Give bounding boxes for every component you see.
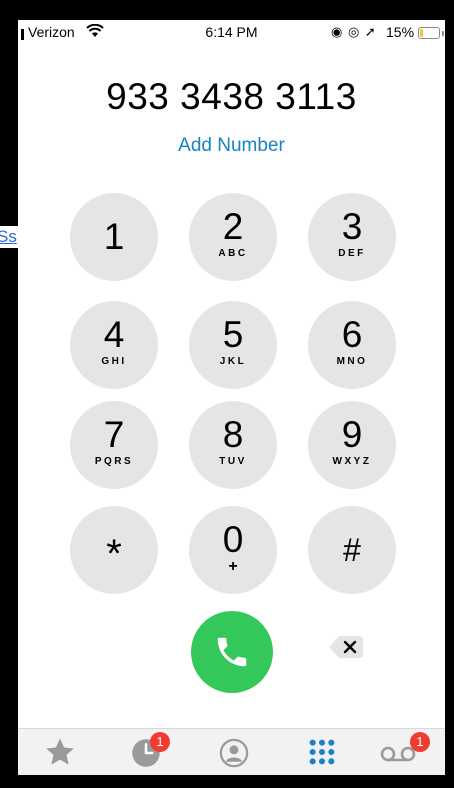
key-digit: #: [343, 532, 361, 568]
phone-screen: Verizon 6:14 PM ◉ ◎ ➚ 15% 933 3438 3113 …: [18, 20, 445, 775]
device-frame-left: [0, 0, 18, 788]
key-3[interactable]: 3 DEF: [308, 193, 396, 281]
recents-badge: 1: [150, 732, 170, 752]
key-6[interactable]: 6 MNO: [308, 301, 396, 389]
key-8[interactable]: 8 TUV: [189, 401, 277, 489]
key-letters: TUV: [219, 456, 247, 467]
key-digit: 6: [341, 314, 363, 355]
call-button[interactable]: [191, 611, 273, 693]
key-0[interactable]: 0 +: [189, 506, 277, 594]
tab-favorites[interactable]: [40, 734, 80, 770]
key-digit: *: [106, 532, 122, 576]
key-digit: 9: [341, 414, 363, 455]
phone-icon: [217, 637, 247, 667]
keypad-icon: [309, 739, 335, 765]
key-letters: JKL: [219, 356, 247, 367]
key-7[interactable]: 7 PQRS: [70, 401, 158, 489]
battery-percent: 15%: [386, 24, 415, 40]
tab-contacts[interactable]: [216, 734, 256, 770]
device-frame-bottom: [0, 775, 454, 788]
key-digit: 5: [222, 314, 244, 355]
device-frame-top: [0, 0, 454, 20]
tab-recents[interactable]: 1: [128, 732, 170, 770]
key-9[interactable]: 9 WXYZ: [308, 401, 396, 489]
dialed-number: 933 3438 3113: [106, 76, 357, 117]
voicemail-badge: 1: [410, 732, 430, 752]
key-digit: 8: [222, 414, 244, 455]
alarm-lock-location-icons: ◉ ◎ ➚: [331, 24, 377, 39]
add-number-link[interactable]: Add Number: [18, 135, 445, 157]
tab-bar: 1 1: [18, 728, 445, 775]
background-page-link[interactable]: Ss: [0, 226, 18, 248]
delete-backspace-icon[interactable]: [328, 634, 364, 660]
battery-level-fill: [420, 29, 423, 37]
key-plus: +: [228, 558, 238, 575]
key-star[interactable]: *: [70, 506, 158, 594]
key-digit: 4: [103, 314, 125, 355]
key-letters: GHI: [101, 356, 127, 367]
key-letters: MNO: [336, 356, 368, 367]
status-time: 6:14 PM: [205, 24, 258, 40]
key-1[interactable]: 1: [70, 193, 158, 281]
key-2[interactable]: 2 ABC: [189, 193, 277, 281]
key-hash[interactable]: #: [308, 506, 396, 594]
key-5[interactable]: 5 JKL: [189, 301, 277, 389]
key-digit: 7: [103, 414, 125, 455]
key-4[interactable]: 4 GHI: [70, 301, 158, 389]
device-frame-right: [445, 0, 454, 788]
key-digit: 2: [222, 206, 244, 247]
battery-icon: [418, 27, 440, 39]
person-icon: [219, 738, 249, 768]
key-letters: WXYZ: [332, 456, 372, 467]
key-digit: 0: [222, 519, 244, 560]
key-letters: DEF: [338, 248, 366, 259]
battery-nub: [442, 31, 444, 36]
key-letters: PQRS: [94, 456, 134, 467]
key-digit: 1: [103, 216, 125, 257]
tab-keypad[interactable]: [303, 734, 343, 770]
tab-voicemail[interactable]: 1: [380, 732, 430, 770]
star-icon: [46, 738, 74, 765]
status-bar: Verizon 6:14 PM ◉ ◎ ➚ 15%: [18, 20, 445, 46]
key-letters: ABC: [218, 248, 248, 259]
key-digit: 3: [341, 206, 363, 247]
